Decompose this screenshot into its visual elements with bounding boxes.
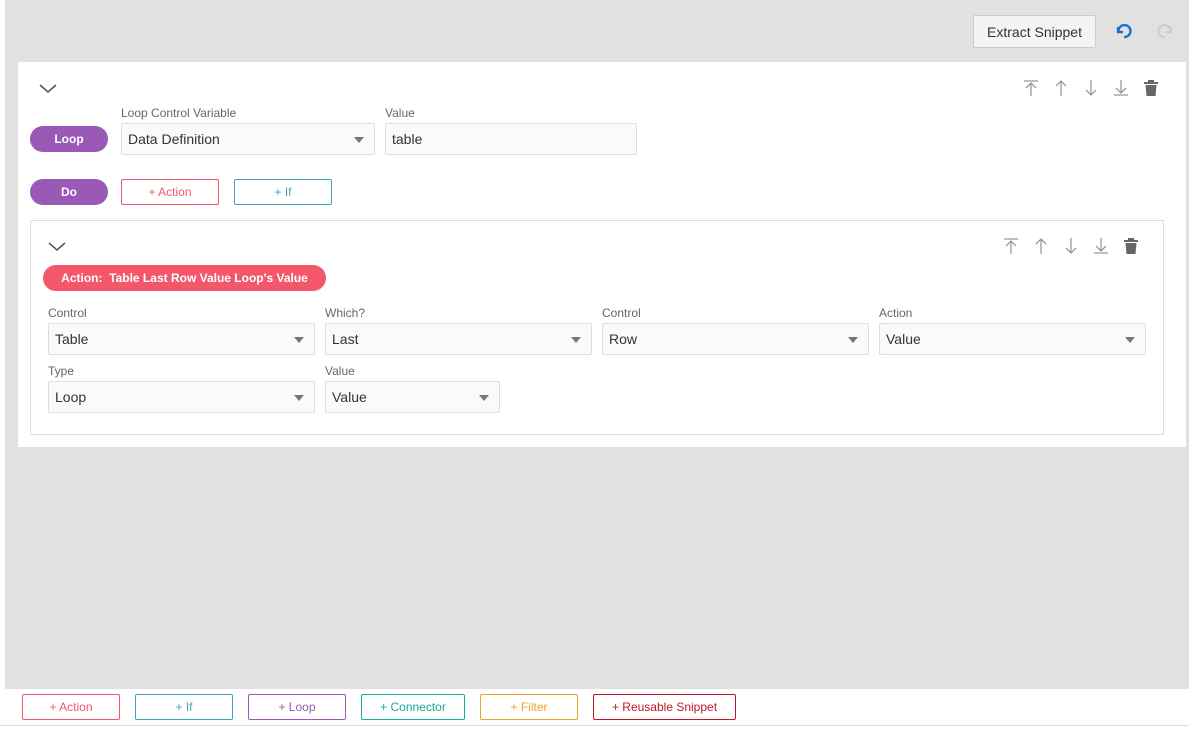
move-bottom-icon[interactable] bbox=[1106, 78, 1136, 98]
loop-pill: Loop bbox=[30, 126, 108, 152]
field-label-action: Action bbox=[879, 306, 913, 320]
extract-snippet-button[interactable]: Extract Snippet bbox=[973, 15, 1096, 48]
chevron-down-icon bbox=[354, 137, 364, 143]
add-if-button[interactable]: + If bbox=[135, 694, 233, 720]
add-connector-button[interactable]: + Connector bbox=[361, 694, 465, 720]
loop-control-variable-label: Loop Control Variable bbox=[121, 106, 237, 120]
chevron-down-icon bbox=[294, 337, 304, 343]
loop-control-variable-value: Data Definition bbox=[128, 131, 220, 147]
action-pill: Action: Table Last Row Value Loop's Valu… bbox=[43, 265, 326, 291]
add-filter-button[interactable]: + Filter bbox=[480, 694, 578, 720]
chevron-down-icon bbox=[571, 337, 581, 343]
move-down-icon[interactable] bbox=[1076, 78, 1106, 98]
add-action-button[interactable]: + Action bbox=[22, 694, 120, 720]
loop-block-tools bbox=[1016, 78, 1166, 98]
value-select[interactable]: Value bbox=[325, 381, 500, 413]
loop-value-input[interactable]: table bbox=[385, 123, 637, 155]
control-2-select-value: Row bbox=[609, 331, 638, 347]
control-2-select[interactable]: Row bbox=[602, 323, 869, 355]
move-down-icon[interactable] bbox=[1056, 236, 1086, 256]
control-select-value: Table bbox=[55, 331, 89, 347]
action-select[interactable]: Value bbox=[879, 323, 1146, 355]
do-add-action-button[interactable]: + Action bbox=[121, 179, 219, 205]
do-pill: Do bbox=[30, 179, 108, 205]
loop-value-text: table bbox=[392, 131, 423, 147]
bottom-divider bbox=[0, 725, 1189, 726]
field-label-control-2: Control bbox=[602, 306, 641, 320]
do-add-if-button[interactable]: + If bbox=[234, 179, 332, 205]
loop-block: Loop Loop Control Variable Data Definiti… bbox=[18, 62, 1186, 447]
trash-icon[interactable] bbox=[1136, 78, 1166, 98]
loop-control-variable-select[interactable]: Data Definition bbox=[121, 123, 375, 155]
chevron-down-icon bbox=[1125, 337, 1135, 343]
control-select[interactable]: Table bbox=[48, 323, 315, 355]
move-up-icon[interactable] bbox=[1026, 236, 1056, 256]
toolbar: Extract Snippet bbox=[5, 0, 1189, 62]
move-bottom-icon[interactable] bbox=[1086, 236, 1116, 256]
add-reusable-snippet-button[interactable]: + Reusable Snippet bbox=[593, 694, 736, 720]
move-up-icon[interactable] bbox=[1046, 78, 1076, 98]
action-block: Action: Table Last Row Value Loop's Valu… bbox=[30, 220, 1164, 435]
redo-icon[interactable] bbox=[1157, 22, 1175, 40]
chevron-down-icon bbox=[294, 395, 304, 401]
field-label-control: Control bbox=[48, 306, 87, 320]
add-loop-button[interactable]: + Loop bbox=[248, 694, 346, 720]
chevron-down-icon[interactable] bbox=[47, 239, 67, 253]
undo-icon[interactable] bbox=[1114, 22, 1132, 40]
field-label-type: Type bbox=[48, 364, 75, 378]
action-block-tools bbox=[996, 236, 1146, 256]
chevron-down-icon[interactable] bbox=[38, 81, 58, 95]
chevron-down-icon bbox=[479, 395, 489, 401]
field-label-which: Which? bbox=[325, 306, 366, 320]
trash-icon[interactable] bbox=[1116, 236, 1146, 256]
value-select-value: Value bbox=[332, 389, 367, 405]
action-select-value: Value bbox=[886, 331, 921, 347]
loop-value-label: Value bbox=[385, 106, 415, 120]
field-label-value: Value bbox=[325, 364, 355, 378]
move-top-icon[interactable] bbox=[1016, 78, 1046, 98]
move-top-icon[interactable] bbox=[996, 236, 1026, 256]
bottom-toolbar: + Action + If + Loop + Connector + Filte… bbox=[0, 689, 1189, 739]
type-select-value: Loop bbox=[55, 389, 87, 405]
which-select-value: Last bbox=[332, 331, 359, 347]
chevron-down-icon bbox=[848, 337, 858, 343]
which-select[interactable]: Last bbox=[325, 323, 592, 355]
type-select[interactable]: Loop bbox=[48, 381, 315, 413]
